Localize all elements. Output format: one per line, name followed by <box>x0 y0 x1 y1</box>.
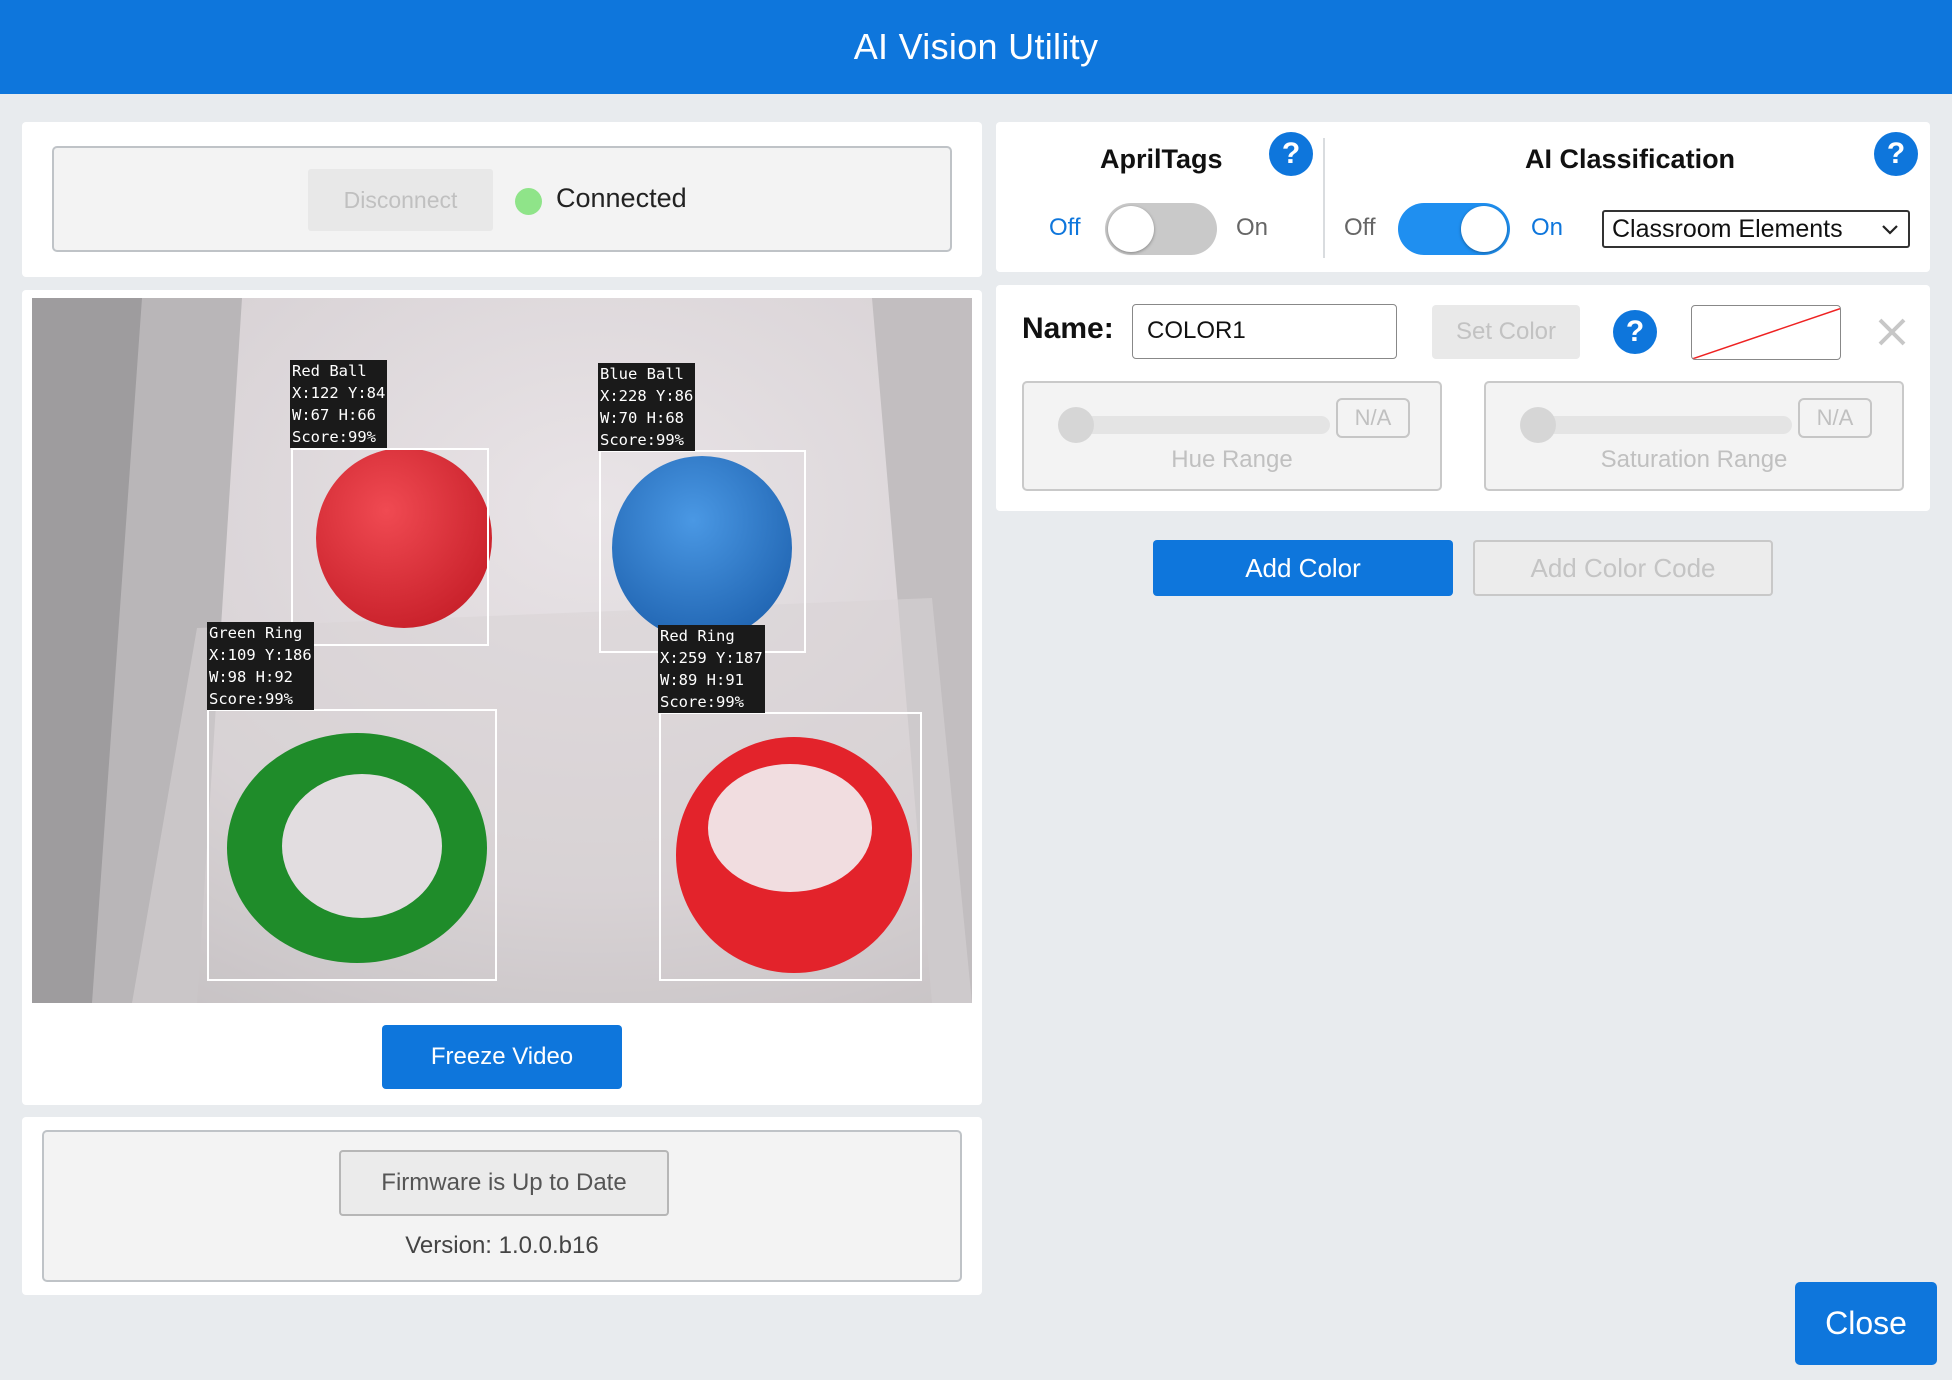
apriltags-on-label: On <box>1236 214 1268 242</box>
set-color-button[interactable]: Set Color <box>1432 305 1580 359</box>
apriltags-toggle[interactable] <box>1105 203 1217 255</box>
connection-card: Disconnect Connected <box>22 122 982 277</box>
firmware-version: Version: 1.0.0.b16 <box>44 1232 960 1260</box>
detection-box <box>291 448 489 646</box>
question-icon[interactable]: ? <box>1874 132 1918 176</box>
video-card: Red Ball X:122 Y:84 W:67 H:66 Score:99% … <box>22 290 982 1105</box>
toggle-knob <box>1461 206 1507 252</box>
question-icon[interactable]: ? <box>1613 310 1657 354</box>
close-icon[interactable] <box>1872 312 1912 352</box>
close-button[interactable]: Close <box>1795 1282 1937 1365</box>
detection-score: Score:99% <box>292 428 376 446</box>
apriltags-title: AprilTags <box>1100 144 1223 175</box>
freeze-video-button[interactable]: Freeze Video <box>382 1025 622 1089</box>
saturation-range-label: Saturation Range <box>1486 446 1902 474</box>
firmware-panel: Firmware is Up to Date Version: 1.0.0.b1… <box>42 1130 962 1282</box>
detection-label: Blue Ball X:228 Y:86 W:70 H:68 Score:99% <box>598 363 695 451</box>
hue-range-control: N/A Hue Range <box>1022 381 1442 491</box>
detection-size: W:70 H:68 <box>600 409 684 427</box>
hue-range-value: N/A <box>1336 398 1410 438</box>
saturation-range-control: N/A Saturation Range <box>1484 381 1904 491</box>
detection-name: Green Ring <box>209 624 302 642</box>
model-select[interactable]: Classroom Elements <box>1602 210 1910 248</box>
apriltags-off-label: Off <box>1049 214 1081 242</box>
detection-score: Score:99% <box>600 431 684 449</box>
detection-label: Red Ball X:122 Y:84 W:67 H:66 Score:99% <box>290 360 387 448</box>
saturation-range-value: N/A <box>1798 398 1872 438</box>
firmware-card: Firmware is Up to Date Version: 1.0.0.b1… <box>22 1117 982 1295</box>
disconnect-button[interactable]: Disconnect <box>308 169 493 231</box>
detection-label: Red Ring X:259 Y:187 W:89 H:91 Score:99% <box>658 625 765 713</box>
no-color-icon <box>1692 306 1841 360</box>
detection-box <box>599 450 806 653</box>
detection-box <box>207 709 497 981</box>
ai-classification-off-label: Off <box>1344 214 1376 242</box>
detection-mode-card: AprilTags ? Off On AI Classification ? O… <box>996 122 1930 272</box>
connection-panel: Disconnect Connected <box>52 146 952 252</box>
connection-status-indicator <box>515 188 542 215</box>
detection-coords: X:109 Y:186 <box>209 646 312 664</box>
color-name-input[interactable]: COLOR1 <box>1132 304 1397 359</box>
camera-feed: Red Ball X:122 Y:84 W:67 H:66 Score:99% … <box>32 298 972 1003</box>
detection-size: W:98 H:92 <box>209 668 293 686</box>
color-name-label: Name: <box>1022 312 1114 346</box>
detection-coords: X:228 Y:86 <box>600 387 693 405</box>
add-color-button[interactable]: Add Color <box>1153 540 1453 596</box>
hue-range-track[interactable] <box>1060 416 1330 434</box>
color-config-card: Name: COLOR1 Set Color ? N/A Hue Range N… <box>996 285 1930 511</box>
detection-label: Green Ring X:109 Y:186 W:98 H:92 Score:9… <box>207 622 314 710</box>
app-title-bar: AI Vision Utility <box>0 0 1952 94</box>
detection-score: Score:99% <box>660 693 744 711</box>
detection-coords: X:122 Y:84 <box>292 384 385 402</box>
detection-coords: X:259 Y:187 <box>660 649 763 667</box>
ai-classification-title: AI Classification <box>1525 144 1735 175</box>
detection-name: Red Ball <box>292 362 367 380</box>
detection-name: Blue Ball <box>600 365 684 383</box>
ai-classification-on-label: On <box>1531 214 1563 242</box>
ai-classification-toggle[interactable] <box>1398 203 1510 255</box>
color-swatch <box>1691 305 1841 360</box>
add-color-code-button[interactable]: Add Color Code <box>1473 540 1773 596</box>
detection-name: Red Ring <box>660 627 735 645</box>
question-icon[interactable]: ? <box>1269 132 1313 176</box>
section-divider <box>1323 138 1325 258</box>
saturation-range-slider-handle[interactable] <box>1520 407 1556 443</box>
detection-size: W:89 H:91 <box>660 671 744 689</box>
detection-score: Score:99% <box>209 690 293 708</box>
firmware-status-button[interactable]: Firmware is Up to Date <box>339 1150 669 1216</box>
hue-range-label: Hue Range <box>1024 446 1440 474</box>
saturation-range-track[interactable] <box>1522 416 1792 434</box>
app-title: AI Vision Utility <box>854 26 1099 68</box>
chevron-down-icon <box>1880 218 1900 240</box>
hue-range-slider-handle[interactable] <box>1058 407 1094 443</box>
connection-status-text: Connected <box>556 183 687 214</box>
detection-size: W:67 H:66 <box>292 406 376 424</box>
detection-box <box>659 712 922 981</box>
toggle-knob <box>1108 206 1154 252</box>
model-select-value: Classroom Elements <box>1612 215 1843 243</box>
